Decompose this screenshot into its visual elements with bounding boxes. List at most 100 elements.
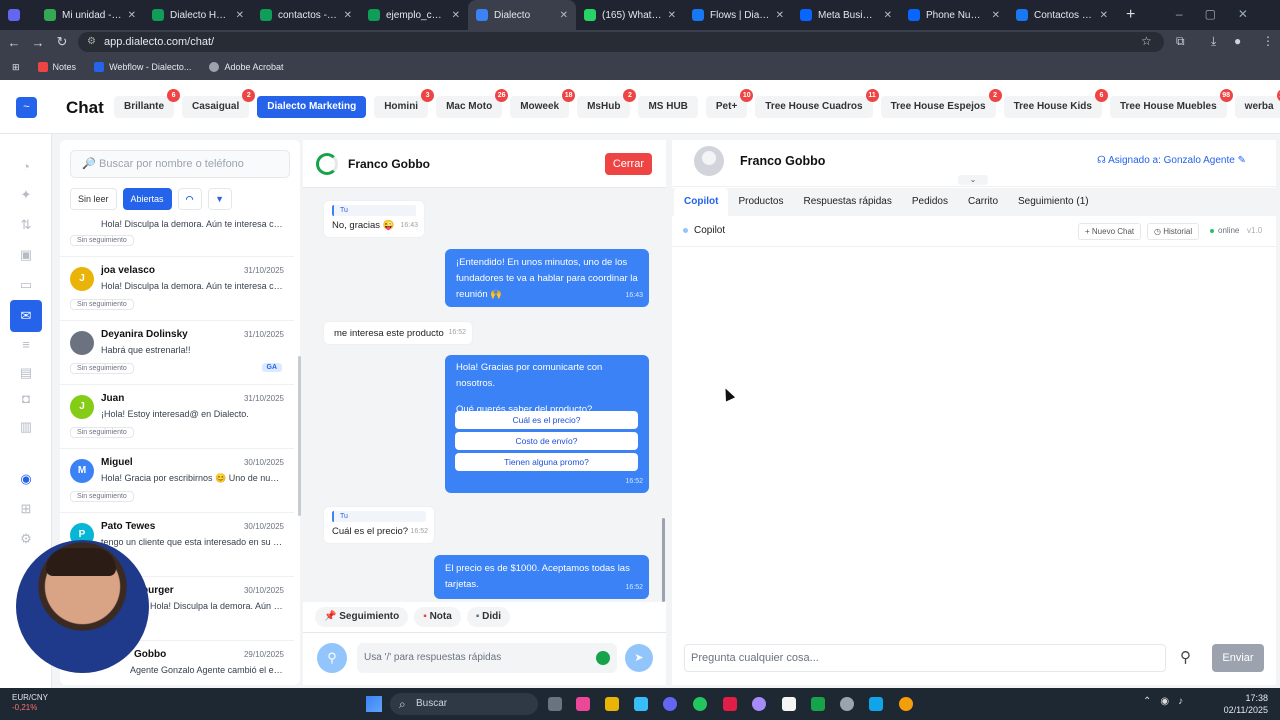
browser-tab[interactable]: Flows | Dialecto✕ bbox=[684, 0, 792, 30]
dashboard-icon[interactable]: ◔ bbox=[15, 156, 37, 178]
chat-list-item[interactable]: J Juan 31/10/2025 ¡Hola! Estoy interesad… bbox=[60, 385, 294, 449]
support-icon[interactable]: ◠ bbox=[177, 188, 202, 210]
channel-tab-active[interactable]: Dialecto Marketing bbox=[257, 96, 367, 118]
contacts-icon[interactable]: ▣ bbox=[15, 244, 37, 266]
close-tab-icon[interactable]: ✕ bbox=[668, 10, 676, 21]
close-tab-icon[interactable]: ✕ bbox=[884, 10, 892, 21]
extensions-icon[interactable]: ⧉ bbox=[1176, 34, 1185, 49]
close-conversation-button[interactable]: Cerrar bbox=[604, 153, 652, 175]
system-tray[interactable]: ⌃◉♪ bbox=[1143, 696, 1192, 707]
quick-reply-button[interactable]: Costo de envío? bbox=[455, 432, 638, 450]
ai-sparkle-icon[interactable]: ✦ bbox=[15, 184, 37, 206]
browser-tab[interactable]: ejemplo_contact✕ bbox=[360, 0, 468, 30]
window-controls[interactable]: –▢✕ bbox=[1176, 7, 1270, 21]
attach-icon[interactable]: ⚲ bbox=[317, 643, 347, 673]
channel-tab[interactable]: MS HUB bbox=[638, 96, 698, 118]
tab-respuestas-rapidas[interactable]: Respuestas rápidas bbox=[793, 188, 901, 216]
stock-ticker[interactable]: EUR/CNY -0,21% bbox=[12, 693, 48, 713]
channel-tab[interactable]: Tree House Kids 6 bbox=[1003, 89, 1108, 118]
channel-tab[interactable]: Tree House Muebles 98 bbox=[1109, 89, 1233, 118]
channel-tab[interactable]: Moweek 18 bbox=[510, 89, 576, 118]
browser-tab[interactable]: Contactos | Dial✕ bbox=[1008, 0, 1116, 30]
app-icon[interactable] bbox=[752, 697, 766, 711]
close-tab-icon[interactable]: ✕ bbox=[1100, 10, 1108, 21]
send-message-button[interactable]: ➤ bbox=[625, 644, 653, 672]
app-icon[interactable] bbox=[576, 697, 590, 711]
channel-tab[interactable]: werba12 bbox=[1234, 89, 1280, 118]
apps-icon[interactable]: ⊞ bbox=[15, 498, 37, 520]
chrome-icon[interactable] bbox=[899, 697, 913, 711]
channel-tab[interactable]: Pet+ 10 bbox=[705, 89, 754, 118]
chat-list-item[interactable]: Deyanira Dolinsky 31/10/2025 Habrá que e… bbox=[60, 321, 294, 385]
filter-open-button[interactable]: Abiertas bbox=[122, 188, 172, 210]
channel-tab[interactable]: Brillante 6 bbox=[114, 89, 181, 118]
taskbar-clock[interactable]: 17:38 02/11/2025 bbox=[1224, 692, 1268, 716]
forward-icon[interactable]: → bbox=[26, 35, 50, 50]
chat-list-scrollbar[interactable] bbox=[298, 356, 301, 516]
tab-productos[interactable]: Productos bbox=[728, 188, 793, 216]
send-button[interactable]: Enviar bbox=[1212, 644, 1264, 672]
templates-icon[interactable]: ≡ bbox=[15, 334, 37, 356]
channel-tab[interactable]: Tree House Cuadros 11 bbox=[755, 89, 879, 118]
bot-icon[interactable]: ◘ bbox=[15, 388, 37, 410]
didi-button[interactable]: ▪ Didi bbox=[466, 607, 511, 627]
bookmark-star-icon[interactable]: ☆ bbox=[1141, 34, 1152, 48]
close-tab-icon[interactable]: ✕ bbox=[452, 10, 460, 21]
app-icon[interactable] bbox=[634, 697, 648, 711]
quick-reply-button[interactable]: Cuál es el precio? bbox=[455, 411, 638, 429]
app-icon[interactable] bbox=[811, 697, 825, 711]
discord-icon[interactable] bbox=[663, 697, 677, 711]
copilot-input[interactable]: Pregunta cualquier cosa... bbox=[684, 644, 1166, 672]
tab-seguimiento[interactable]: Seguimiento (1) bbox=[1008, 188, 1099, 216]
filter-icon[interactable]: ▼ bbox=[207, 188, 232, 210]
close-tab-icon[interactable]: ✕ bbox=[776, 10, 784, 21]
messages-icon[interactable]: ▭ bbox=[15, 274, 37, 296]
channel-tab[interactable]: Homini 3 bbox=[374, 89, 435, 118]
profile-tab-icon[interactable] bbox=[0, 0, 36, 30]
chat-list-item[interactable]: M Miguel 30/10/2025 Hola! Gracia por esc… bbox=[60, 449, 294, 513]
channel-tab[interactable]: Mac Moto 26 bbox=[436, 89, 509, 118]
apps-grid-icon[interactable]: ⊞ bbox=[12, 62, 20, 73]
search-input[interactable]: 🔎 Buscar por nombre o teléfono bbox=[70, 150, 290, 178]
close-tab-icon[interactable]: ✕ bbox=[992, 10, 1000, 21]
reload-icon[interactable]: ↻ bbox=[50, 34, 74, 50]
bookmark-notes[interactable]: Notes bbox=[37, 62, 76, 73]
back-icon[interactable]: ← bbox=[2, 35, 26, 50]
site-info-icon[interactable]: ⚙ bbox=[87, 32, 96, 52]
browser-tab[interactable]: Meta Business S✕ bbox=[792, 0, 900, 30]
chevron-down-icon[interactable]: ⌄ bbox=[958, 175, 988, 185]
windows-start-icon[interactable] bbox=[366, 696, 382, 712]
close-tab-icon[interactable]: ✕ bbox=[236, 10, 244, 21]
bookmark-acrobat[interactable]: Adobe Acrobat bbox=[209, 62, 283, 73]
browser-tab[interactable]: (165) WhatsApp✕ bbox=[576, 0, 684, 30]
task-view-icon[interactable] bbox=[548, 697, 562, 711]
notion-icon[interactable] bbox=[782, 697, 796, 711]
filter-unread-button[interactable]: Sin leer bbox=[70, 188, 117, 210]
analytics-icon[interactable]: ▥ bbox=[15, 416, 37, 438]
slack-icon[interactable] bbox=[723, 697, 737, 711]
chat-list-item[interactable]: Hola! Disculpa la demora. Aún te interes… bbox=[60, 214, 294, 257]
paperclip-icon[interactable]: ⚲ bbox=[1180, 648, 1191, 666]
assigned-agent[interactable]: ☊ Asignado a: Gonzalo Agente ✎ bbox=[1097, 155, 1246, 166]
new-chat-button[interactable]: + Nuevo Chat bbox=[1078, 223, 1142, 240]
new-tab-button[interactable]: + bbox=[1116, 6, 1145, 24]
spotify-icon[interactable] bbox=[693, 697, 707, 711]
routing-icon[interactable]: ⇅ bbox=[15, 214, 37, 236]
history-button[interactable]: ◷ Historial bbox=[1147, 223, 1200, 240]
tab-carrito[interactable]: Carrito bbox=[958, 188, 1008, 216]
chat-list-item[interactable]: J joa velasco 31/10/2025 Hola! Disculpa … bbox=[60, 257, 294, 321]
tab-pedidos[interactable]: Pedidos bbox=[902, 188, 958, 216]
app-icon[interactable] bbox=[840, 697, 854, 711]
tab-copilot[interactable]: Copilot bbox=[674, 188, 729, 216]
app-logo[interactable]: ~ bbox=[16, 97, 37, 118]
documents-icon[interactable]: ▤ bbox=[15, 362, 37, 384]
download-icon[interactable]: ⤓ bbox=[1211, 34, 1216, 49]
note-button[interactable]: ▪ Nota bbox=[414, 607, 461, 627]
close-tab-icon[interactable]: ✕ bbox=[128, 10, 136, 21]
settings-icon[interactable]: ⚙ bbox=[15, 528, 37, 550]
browser-tab-active[interactable]: Dialecto ✕ bbox=[468, 0, 576, 30]
globe-icon[interactable]: ◉ bbox=[15, 468, 37, 490]
file-explorer-icon[interactable] bbox=[605, 697, 619, 711]
browser-tab[interactable]: Dialecto How To✕ bbox=[144, 0, 252, 30]
quick-reply-button[interactable]: Tienen alguna promo? bbox=[455, 453, 638, 471]
